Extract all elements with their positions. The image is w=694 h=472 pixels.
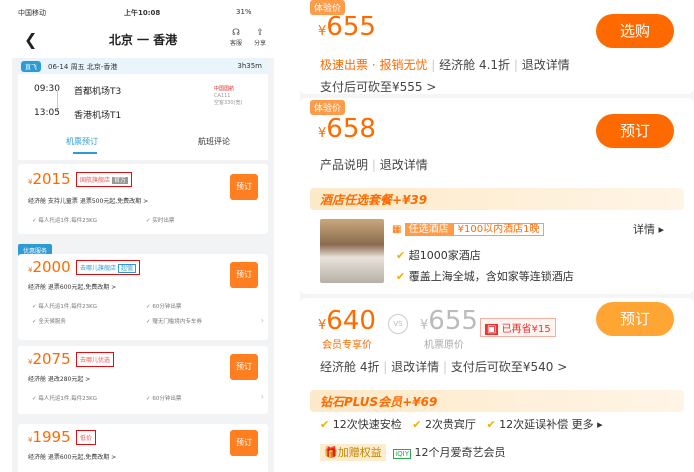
arrive-airport: 香港机场T1 [74, 111, 122, 121]
fare-sub[interactable]: 经济舱 退票600元起,免费改期 > [28, 282, 116, 291]
iqiyi-icon: iQIY [393, 449, 411, 459]
direct-tag: 直飞 [21, 61, 42, 72]
hotel-detail-link[interactable]: 详情 ▸ [633, 221, 664, 237]
chevron-right-icon: › [260, 316, 264, 325]
airline-info: 中国国航 CA111 空客330(宽) [214, 86, 254, 107]
hotel-banner: 酒店任选套餐+¥39 [310, 188, 684, 210]
fare-price: ¥2000 [28, 258, 71, 276]
fare-check: ✓ 实时出票 [146, 218, 175, 224]
plus-gift: 🎁加赠权益 iQIY 12个月爱奇艺会员 [320, 444, 506, 461]
service-button[interactable]: ☊ 客服 [226, 28, 246, 47]
flight-code: CA111 [214, 93, 231, 99]
tab-reviews[interactable]: 航班评论 [198, 136, 230, 147]
fare-check: ✓ 每人托运1件,每件23KG [32, 304, 97, 310]
fare-check: ✓ 60分钟出票 [146, 396, 182, 402]
hotel-item: ✔ 超1000家酒店 [396, 249, 481, 262]
fare-card[interactable]: ¥2075 去哪儿优选 经济舱 退改280元起 > ✓ 每人托运1件,每件23K… [18, 346, 268, 414]
hotel-photo [320, 219, 384, 283]
fare-check: ✓ 60分钟出票 [146, 304, 182, 310]
hotel-tag: ▦ 任选酒店 ¥100以内酒店1晚 [392, 220, 545, 236]
fare-desc: 经济舱 4折 | 退改详情 | 支付后可砍至¥540 > [320, 360, 568, 374]
fare-price: ¥1995 [28, 428, 71, 446]
gift-tag: 🎁加赠权益 [320, 444, 386, 461]
fare-check: ✓ 赠无门槛境内专车券 [146, 319, 202, 325]
aircraft-type: 空客330(宽) [214, 100, 243, 106]
member-price: ¥640 [318, 306, 376, 336]
flight-info: 06-14 周五 北京-香港 [48, 63, 118, 71]
hotel-title: 酒店任选套餐+¥39 [320, 193, 428, 207]
fare-price: ¥2075 [28, 350, 71, 368]
left-phone-screen: 中国移动 上午10:08 31% ❮ 北京 一 香港 ☊ 客服 ⇪ 分享 直飞 06… [12, 0, 274, 472]
fare-sub[interactable]: 经济舱 支持儿童票 退票500元起,免费改期 > [28, 196, 148, 205]
fare-block-1[interactable]: 体验价 ¥655 选购 极速出票 · 报销无忧 | 经济舱 4.1折 | 退改详… [300, 0, 694, 94]
fare-price: ¥658 [318, 114, 376, 144]
store-badge: 低价 [76, 430, 97, 445]
vs-badge: VS [388, 314, 408, 334]
airline-name: 中国国航 [214, 86, 235, 92]
cut-price-link[interactable]: 支付后可砍至¥555 > [320, 78, 436, 95]
book-button[interactable]: 预订 [596, 114, 674, 148]
saved-badge: ▣ 已再省¥15 [480, 318, 556, 337]
tab-bar: 机票预订 航班评论 [18, 124, 268, 160]
carrier-text: 中国移动 [18, 9, 46, 17]
depart-airport: 首都机场T3 [74, 87, 122, 97]
share-label: 分享 [253, 40, 266, 47]
fare-price: ¥655 [318, 12, 376, 42]
right-phone-screen: 体验价 ¥655 选购 极速出票 · 报销无忧 | 经济舱 4.1折 | 退改详… [300, 0, 694, 472]
chevron-right-icon: › [260, 392, 264, 401]
fare-card[interactable]: ¥2000 去哪儿旗舰店 超值 经济舱 退票600元起,免费改期 > ✓ 每人托… [18, 254, 268, 340]
flight-times: 09:30 首都机场T3 13:05 香港机场T1 中国国航 CA111 空客3… [18, 74, 268, 124]
fare-sub[interactable]: 经济舱 退票600元起,免费改期 > [28, 452, 116, 461]
service-label: 客服 [229, 40, 242, 47]
plus-title: 钻石PLUS会员+¥69 [320, 395, 438, 409]
more-link[interactable]: 更多 ▸ [572, 418, 603, 431]
status-bar: 中国移动 上午10:08 31% [12, 0, 274, 22]
fare-check: ✓ 每人托运1件,每件23KG [32, 218, 97, 224]
fare-block-3[interactable]: ¥640 会员专享价 VS ¥655 机票原价 ▣ 已再省¥15 预订 经济舱 … [300, 298, 694, 472]
fare-price: ¥2015 [28, 170, 71, 188]
tab-underline [73, 152, 97, 154]
fare-check: ✓ 全天候服务 [32, 319, 66, 325]
fare-sub[interactable]: 经济舱 退改280元起 > [28, 374, 90, 383]
plus-banner: 钻石PLUS会员+¥69 [310, 390, 684, 412]
original-price: ¥655 [420, 306, 478, 336]
book-button[interactable]: 预订 [230, 430, 258, 456]
store-badge: 去哪儿优选 [76, 352, 115, 367]
hotel-item: ✔ 覆盖上海全城，含如家等连锁酒店 [396, 270, 574, 283]
member-label: 会员专享价 [322, 340, 372, 351]
book-button[interactable]: 预订 [230, 262, 258, 288]
share-button[interactable]: ⇪ 分享 [250, 28, 270, 47]
share-icon: ⇪ [256, 28, 264, 38]
book-button[interactable]: 预订 [230, 174, 258, 200]
arrive-time: 13:05 [34, 108, 60, 118]
nav-bar: ❮ 北京 一 香港 ☊ 客服 ⇪ 分享 [12, 22, 274, 58]
fare-card[interactable]: ¥1995 低价 经济舱 退票600元起,免费改期 > 预订 [18, 424, 268, 472]
book-button[interactable]: 预订 [230, 354, 258, 380]
fare-desc: 极速出票 · 报销无忧 | 经济舱 4.1折 | 退改详情 [320, 58, 570, 72]
hotel-icon: ▦ [392, 224, 402, 235]
original-label: 机票原价 [424, 340, 464, 351]
fare-desc: 产品说明 | 退改详情 [320, 158, 428, 172]
flight-header: 直飞 06-14 周五 北京-香港 3h35m [18, 58, 268, 74]
store-badge: 去哪儿旗舰店 超值 [76, 260, 140, 275]
flight-duration: 3h35m [237, 62, 262, 70]
fare-card[interactable]: ¥2015 国航旗舰店 官方 经济舱 支持儿童票 退票500元起,免费改期 > … [18, 164, 268, 234]
headset-icon: ☊ [232, 28, 240, 38]
plus-benefits: ✔ 12次快速安检 ✔ 2次贵宾厅 ✔ 12次延误补偿 更多 ▸ [320, 418, 603, 431]
buy-button[interactable]: 选购 [596, 14, 674, 48]
tab-booking[interactable]: 机票预订 [66, 136, 98, 147]
gift-icon: 🎁 [324, 446, 338, 459]
book-button[interactable]: 预订 [596, 302, 674, 336]
battery-text: 31% [236, 8, 252, 16]
store-badge: 国航旗舰店 官方 [76, 172, 132, 187]
clock-text: 上午10:08 [124, 9, 161, 17]
trial-price-tag: 体验价 [310, 100, 346, 115]
fare-check: ✓ 每人托运1件,每件23KG [32, 396, 97, 402]
